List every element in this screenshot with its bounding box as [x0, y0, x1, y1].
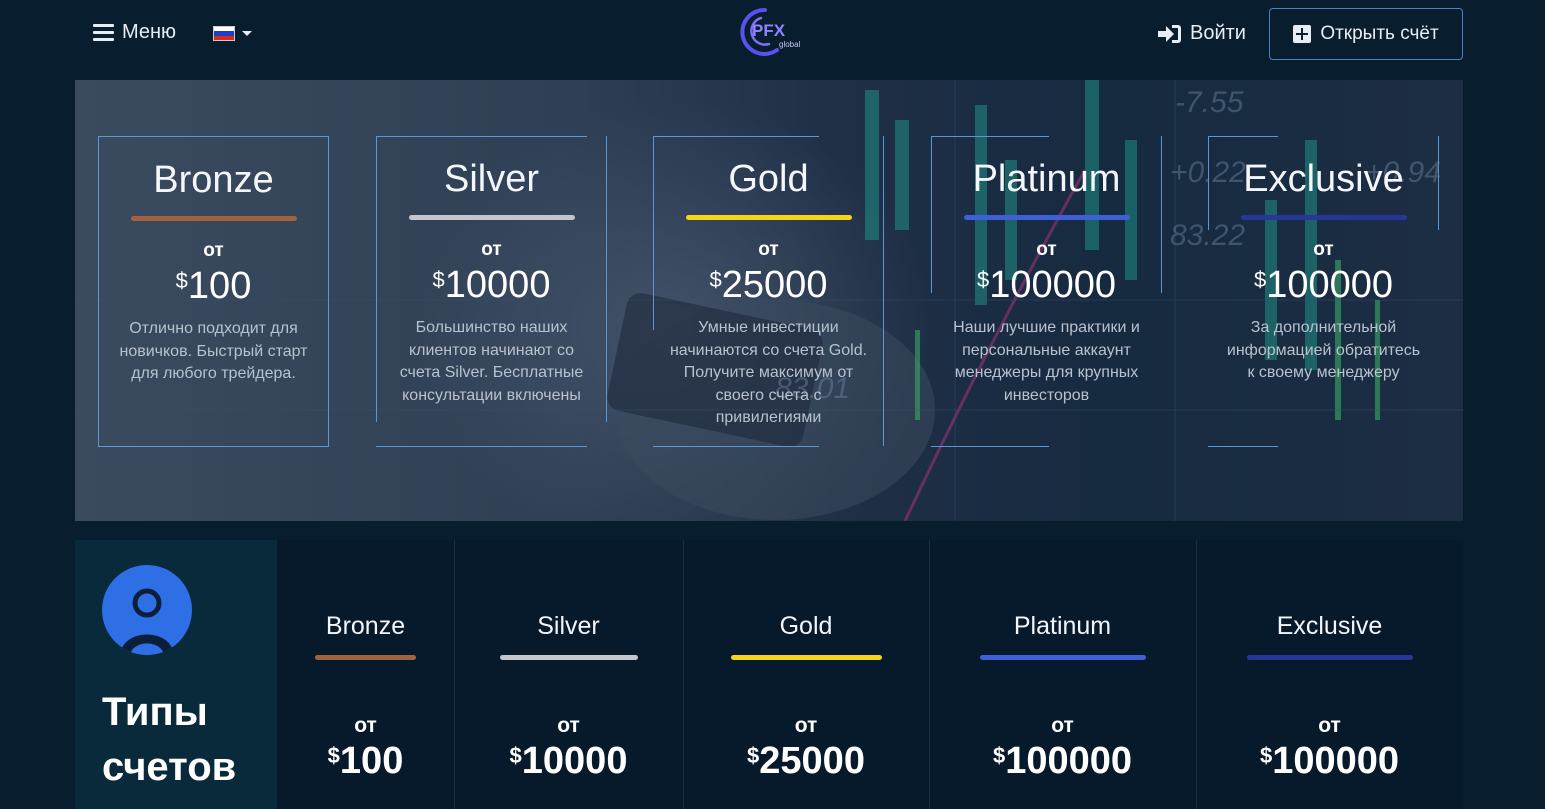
plan-price: $10000 [432, 264, 551, 306]
account-price: $10000 [509, 740, 628, 782]
caret-down-icon [242, 31, 252, 36]
account-column-gold[interactable]: Gold от $25000 [683, 540, 929, 809]
card-frame-line [931, 446, 1049, 447]
sign-in-icon [1158, 24, 1181, 43]
plan-name: Gold [728, 158, 809, 200]
language-selector[interactable] [213, 26, 252, 41]
plan-from-label: от [203, 240, 224, 261]
plan-name: Bronze [153, 159, 274, 201]
open-account-button[interactable]: Открыть счёт [1269, 8, 1463, 60]
plan-from-label: от [1313, 239, 1334, 260]
plan-price: $100000 [976, 264, 1117, 306]
account-types-card: Типы счетов [75, 540, 277, 809]
menu-label: Меню [122, 21, 177, 43]
user-avatar-icon [102, 565, 192, 655]
plan-price: $100000 [1253, 264, 1394, 306]
plan-card-exclusive[interactable]: Exclusive от $100000 За дополнительной и… [1208, 136, 1439, 447]
plan-description: Отлично подходит для новичков. Быстрый с… [119, 320, 308, 382]
plan-from-label: от [758, 239, 779, 260]
login-label: Войти [1190, 22, 1246, 44]
account-price: $100 [327, 740, 404, 782]
card-frame-line [653, 136, 819, 137]
account-name: Bronze [325, 612, 406, 640]
logo-text: PFX [752, 21, 786, 40]
hamburger-icon [93, 24, 114, 41]
account-from-label: от [557, 714, 580, 737]
plan-card-silver[interactable]: Silver от $10000 Большинство наших клиен… [376, 136, 607, 447]
account-name: Platinum [1013, 612, 1112, 640]
card-frame-line [1208, 446, 1278, 447]
plan-color-bar [130, 216, 297, 221]
russia-flag-icon [213, 26, 235, 41]
card-frame-line [931, 136, 932, 293]
plan-color-bar [963, 215, 1130, 220]
plus-square-icon [1293, 25, 1312, 43]
card-frame-line [653, 136, 654, 330]
card-frame-line [1208, 136, 1278, 137]
plan-description: Умные инвестиции начинаются со счета Gol… [669, 319, 868, 426]
card-frame-line [1438, 136, 1439, 230]
plan-price: $100 [175, 265, 252, 307]
account-types-table: Bronze от $100 Silver от $10000 Gold от … [277, 540, 1463, 809]
account-color-bar [499, 655, 638, 660]
account-price: $25000 [747, 740, 865, 782]
account-from-label: от [794, 714, 818, 737]
account-from-label: от [1051, 714, 1074, 737]
account-price: $100000 [992, 740, 1133, 782]
account-price: $100000 [1259, 740, 1400, 782]
account-from-label: от [354, 714, 377, 737]
card-frame-line [376, 136, 587, 137]
card-frame-line [883, 136, 884, 446]
account-name: Exclusive [1276, 612, 1383, 640]
plan-description: Большинство наших клиентов начинают со с… [399, 319, 584, 404]
plan-description: Наши лучшие практики и персональные акка… [953, 319, 1140, 404]
account-from-label: от [1318, 714, 1341, 737]
card-frame-line [376, 446, 587, 447]
account-name: Gold [779, 612, 833, 640]
account-name: Silver [537, 612, 600, 640]
plan-from-label: от [1036, 239, 1057, 260]
open-account-label: Открыть счёт [1320, 23, 1439, 44]
plan-price: $25000 [709, 264, 828, 306]
login-button[interactable]: Войти [1158, 22, 1246, 45]
hero-plans-banner: -7.55 +0.22 83.22 +0.94 83.01 Bronze от … [75, 80, 1463, 521]
card-frame-line [931, 136, 1049, 137]
menu-button[interactable]: Меню [93, 21, 176, 44]
pfx-global-logo[interactable]: PFX global [731, 6, 811, 58]
account-column-bronze[interactable]: Bronze от $100 [277, 540, 454, 809]
card-frame-line [1161, 136, 1162, 293]
plan-color-bar [1240, 215, 1407, 220]
card-frame-line [376, 136, 377, 422]
plan-description: За дополнительной информацией обратитесь… [1226, 319, 1421, 381]
account-color-bar [315, 655, 416, 660]
account-color-bar [1246, 655, 1413, 660]
plan-card-gold[interactable]: Gold от $25000 Умные инвестиции начинают… [653, 136, 884, 447]
card-frame-line [606, 136, 607, 422]
plan-from-label: от [481, 239, 502, 260]
plan-color-bar [408, 215, 575, 220]
bg-number: -7.55 [1175, 86, 1244, 119]
card-frame-line [653, 446, 819, 447]
plan-card-platinum[interactable]: Platinum от $100000 Наши лучшие практики… [931, 136, 1162, 447]
plan-name: Platinum [972, 158, 1121, 200]
plan-card-bronze[interactable]: Bronze от $100 Отлично подходит для нови… [98, 136, 329, 447]
plan-color-bar [685, 215, 852, 220]
plan-name: Silver [443, 158, 540, 200]
account-column-exclusive[interactable]: Exclusive от $100000 [1196, 540, 1463, 809]
account-color-bar [730, 655, 882, 660]
top-navbar: Меню PFX global Войти Открыть счёт [0, 0, 1545, 70]
account-types-title: Типы счетов [102, 690, 237, 789]
account-column-silver[interactable]: Silver от $10000 [454, 540, 683, 809]
account-column-platinum[interactable]: Platinum от $100000 [929, 540, 1196, 809]
logo-subtext: global [779, 40, 801, 49]
card-frame-line [1208, 136, 1209, 230]
account-color-bar [979, 655, 1146, 660]
plan-name: Exclusive [1243, 158, 1404, 200]
